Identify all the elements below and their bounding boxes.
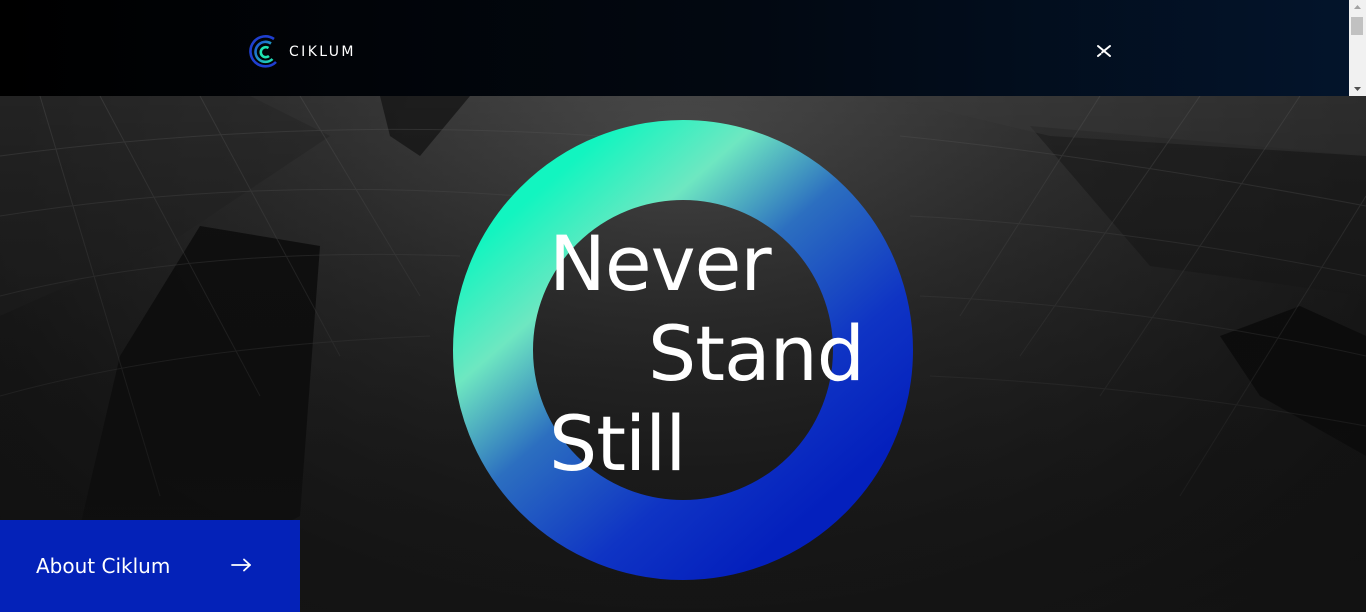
ciklum-logo[interactable]: CIKLUM (248, 34, 356, 70)
about-ciklum-label: About Ciklum (36, 554, 171, 578)
about-ciklum-button[interactable]: About Ciklum (0, 520, 300, 612)
ciklum-logo-icon (249, 35, 277, 68)
close-menu-button[interactable] (1094, 41, 1114, 61)
logo-wordmark: CIKLUM (289, 44, 356, 60)
arrow-right-icon (231, 558, 251, 572)
scroll-up-arrow-icon[interactable] (1349, 0, 1366, 15)
page: CIKLUM Never Stand Still About Ciklum (0, 0, 1366, 612)
scroll-down-arrow-icon[interactable] (1349, 81, 1366, 96)
scrollbar[interactable] (1349, 0, 1366, 96)
scroll-thumb[interactable] (1351, 17, 1363, 35)
close-icon (1097, 45, 1111, 57)
site-header: CIKLUM (0, 0, 1349, 96)
gradient-ring-graphic (453, 120, 913, 580)
